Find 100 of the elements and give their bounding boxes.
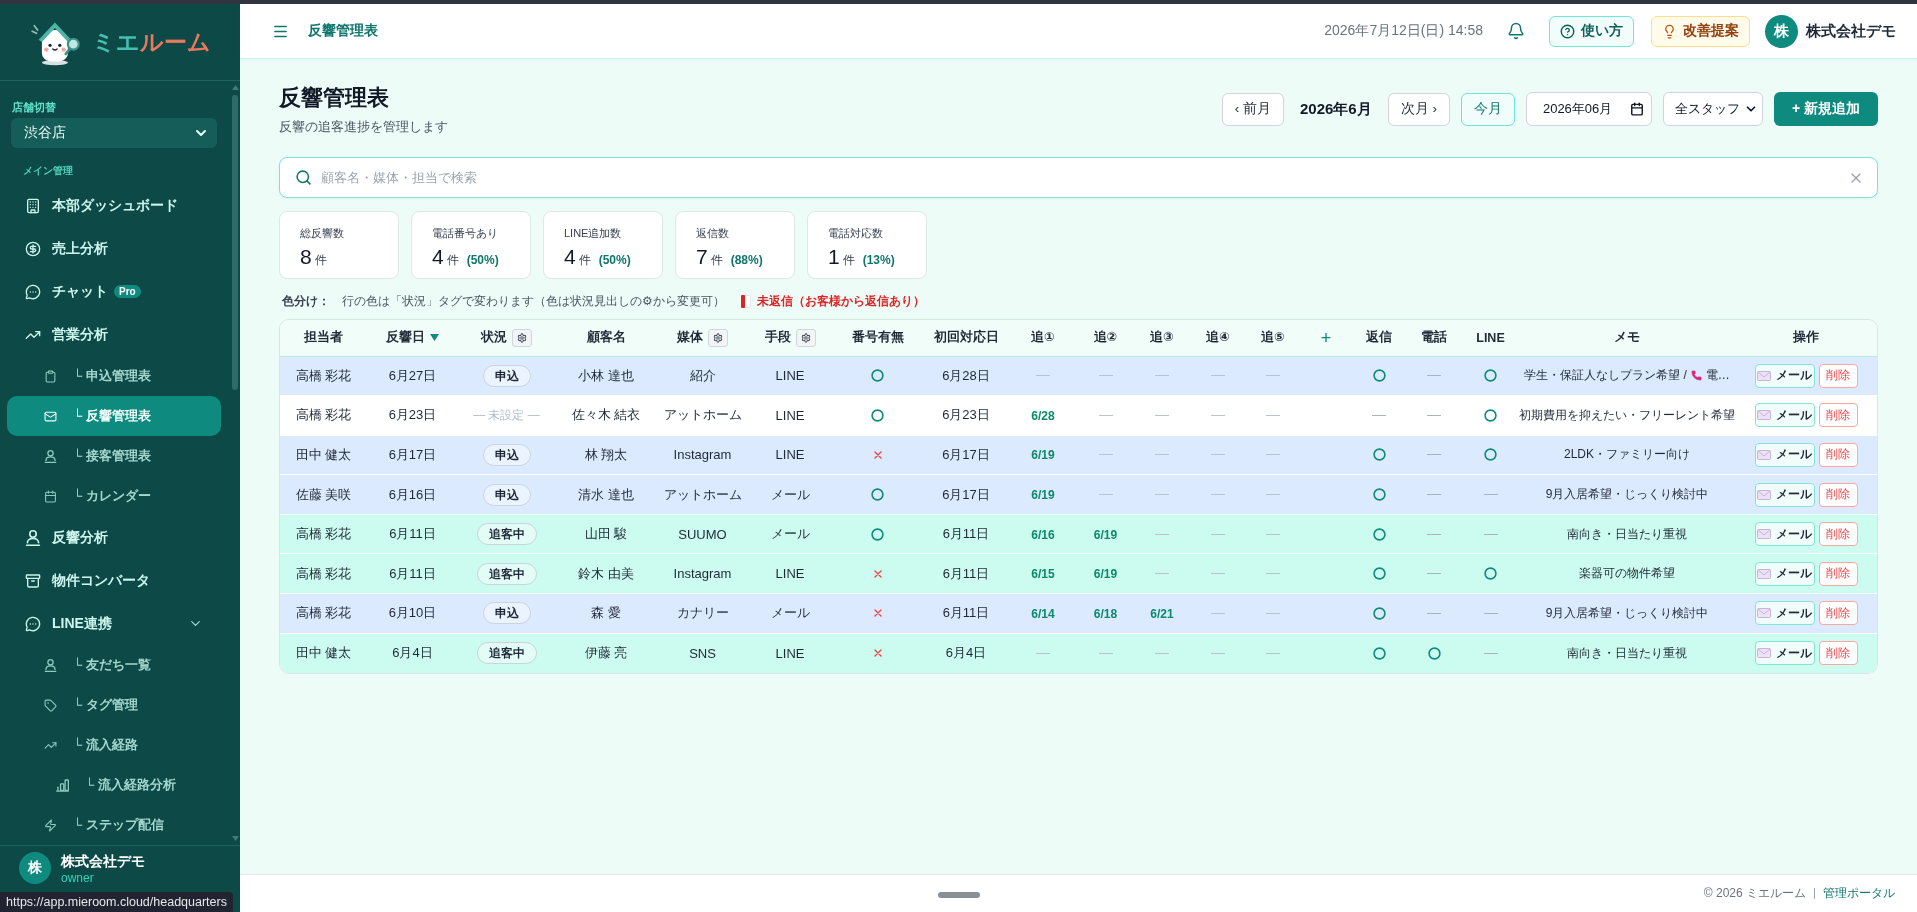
nav-item[interactable]: チャット Pro — [7, 270, 221, 313]
dollar-circle-icon — [25, 240, 41, 257]
nav-item[interactable]: └ 反響管理表 — [7, 396, 221, 436]
previous-month-button[interactable]: ‹ 前月 — [1221, 92, 1284, 126]
nav-item[interactable]: └ 申込管理表 — [7, 356, 221, 396]
nav-item[interactable]: └ 流入経路 — [7, 725, 221, 765]
nav-item[interactable]: └ カレンダー — [7, 476, 221, 516]
staff-name: 高橋 彩花 — [295, 526, 352, 542]
column-header: 顧客名 — [586, 329, 626, 347]
customer-name: 森 愛 — [591, 605, 621, 621]
account-name[interactable]: 株式会社デモ — [1806, 21, 1896, 41]
person-icon — [44, 658, 57, 672]
delete-button[interactable]: 削除 — [1818, 443, 1858, 467]
nav-item[interactable]: └ 流入経路分析 — [7, 765, 221, 805]
envelope-icon — [1757, 568, 1771, 579]
column-settings-button[interactable] — [795, 328, 816, 347]
building-icon — [25, 197, 41, 214]
nav-item[interactable]: 営業分析 — [7, 313, 221, 356]
status-tag: 追客中 — [476, 523, 537, 546]
customer-name: 山田 駿 — [584, 526, 628, 542]
empty-dash-icon — [1266, 573, 1280, 575]
month-field[interactable]: 2026年06月 — [1525, 92, 1652, 126]
column-header: 追⑤ — [1261, 329, 1285, 347]
follow-up-date: 6/15 — [1031, 567, 1055, 582]
empty-dash-icon — [1098, 375, 1113, 377]
bell-icon[interactable] — [1507, 22, 1525, 40]
account-avatar[interactable]: 株 — [1765, 14, 1798, 48]
nav-item[interactable]: └ 友だち一覧 — [7, 645, 221, 685]
add-new-button[interactable]: + 新規追加 — [1773, 92, 1878, 126]
delete-button[interactable]: 削除 — [1818, 641, 1858, 666]
column-header: 媒体 — [677, 329, 703, 347]
nav-item[interactable]: └ ステップ配信 — [7, 805, 221, 845]
status-tag: 申込 — [482, 444, 531, 466]
nav-item[interactable]: └ タグ管理 — [7, 685, 221, 725]
envelope-icon — [1757, 370, 1771, 381]
scrollbar-thumb[interactable] — [232, 95, 238, 390]
follow-up-date: 6/28 — [1031, 408, 1055, 423]
link-preview: https://app.mieroom.cloud/headquarters — [0, 892, 233, 912]
help-button[interactable]: 使い方 — [1549, 15, 1634, 47]
search-field[interactable]: 顧客名・媒体・担当で検索 — [279, 157, 1878, 198]
response-date: 6月27日 — [388, 367, 437, 383]
staff-name: 田中 健太 — [295, 447, 352, 462]
customer-name: 佐々木 結衣 — [571, 407, 641, 423]
tag-icon — [44, 698, 57, 712]
this-month-button[interactable]: 今月 — [1460, 92, 1515, 126]
column-header: 返信 — [1366, 329, 1392, 347]
unreplied-marker-icon — [740, 295, 751, 308]
empty-dash-icon — [1098, 652, 1113, 654]
empty-dash-icon — [1155, 652, 1169, 654]
nav-item[interactable]: └ 接客管理表 — [7, 436, 221, 476]
empty-dash-icon — [1211, 454, 1225, 456]
delete-button[interactable]: 削除 — [1818, 482, 1858, 507]
column-settings-button[interactable] — [708, 328, 728, 347]
status-tag: 申込 — [482, 602, 531, 625]
mail-button[interactable]: メール — [1754, 522, 1815, 547]
staff-select[interactable]: 全スタッフ — [1662, 92, 1763, 126]
contact-method: LINE — [775, 407, 805, 423]
nav-item[interactable]: 売上分析 — [7, 227, 221, 270]
follow-up-date: 6/19 — [1093, 567, 1118, 582]
delete-button[interactable]: 削除 — [1818, 363, 1858, 388]
empty-dash-icon — [1211, 573, 1225, 575]
unreplied-legend-text: 未返信（お客様から返信あり） — [756, 293, 925, 310]
feedback-button[interactable]: 改善提案 — [1651, 15, 1750, 47]
memo-text: 初期費用を抑えたい・フリーレント希望 — [1519, 406, 1735, 424]
empty-dash-icon — [1266, 612, 1280, 614]
media-name: Instagram — [673, 566, 732, 582]
add-column-button[interactable]: + — [1318, 327, 1334, 348]
memo-text: 学生・保証人なしプラン希望 / — [1524, 367, 1687, 385]
contact-method: メール — [770, 526, 810, 542]
mail-button[interactable]: メール — [1754, 641, 1815, 666]
user-name: 株式会社デモ — [61, 852, 145, 870]
staff-name: 高橋 彩花 — [295, 565, 352, 581]
mail-button[interactable]: メール — [1754, 403, 1815, 428]
mail-button[interactable]: メール — [1754, 561, 1815, 586]
nav-item[interactable]: 反響分析 — [7, 516, 221, 559]
delete-button[interactable]: 削除 — [1818, 601, 1858, 626]
nav-item[interactable]: 物件コンバータ — [7, 559, 221, 602]
column-header: 初回対応日 — [933, 329, 999, 347]
delete-button[interactable]: 削除 — [1818, 403, 1858, 428]
user-role: owner — [61, 870, 94, 886]
mail-button[interactable]: メール — [1754, 482, 1815, 507]
follow-up-date: 6/18 — [1093, 606, 1118, 621]
empty-dash-icon — [1155, 414, 1169, 416]
nav-item[interactable]: LINE連携 — [7, 602, 221, 645]
store-select[interactable]: 渋谷店 — [11, 118, 217, 148]
delete-button[interactable]: 削除 — [1818, 561, 1858, 586]
mail-button[interactable]: メール — [1754, 363, 1815, 388]
empty-dash-icon — [1266, 375, 1280, 377]
resize-handle[interactable] — [937, 892, 980, 898]
sort-down-icon[interactable] — [430, 334, 439, 342]
portal-link[interactable]: 管理ポータル — [1823, 885, 1895, 902]
column-settings-button[interactable] — [512, 328, 532, 347]
nav-item[interactable]: 本部ダッシュボード — [7, 184, 221, 227]
staff-name: 高橋 彩花 — [295, 605, 352, 621]
empty-dash-icon — [1211, 533, 1225, 535]
mail-button[interactable]: メール — [1754, 443, 1815, 467]
next-month-button[interactable]: 次月 › — [1387, 92, 1450, 126]
mail-button[interactable]: メール — [1754, 601, 1815, 626]
delete-button[interactable]: 削除 — [1818, 522, 1858, 547]
empty-dash-icon — [1266, 414, 1280, 416]
